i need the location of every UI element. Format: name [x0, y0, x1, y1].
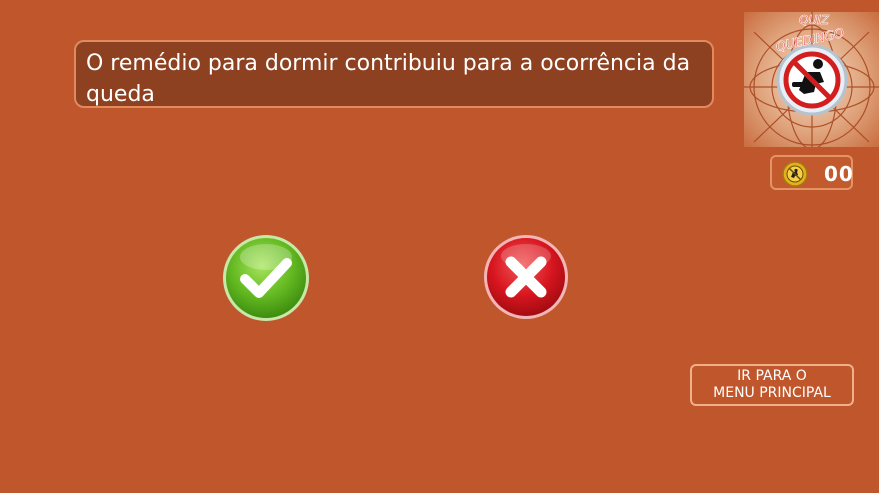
main-menu-button-line1: IR PARA O — [737, 368, 807, 384]
true-answer-button[interactable] — [221, 233, 311, 327]
cross-icon — [484, 235, 568, 319]
question-text: O remédio para dormir contribuiu para a … — [86, 51, 691, 107]
check-icon — [223, 235, 309, 321]
false-answer-button[interactable] — [482, 233, 570, 325]
main-menu-button-line2: MENU PRINCIPAL — [713, 385, 831, 401]
quiz-logo: QUIZ QUEDINGO — [744, 12, 879, 147]
logo-title-line1: QUIZ — [799, 13, 830, 27]
main-menu-button[interactable]: IR PARA O MENU PRINCIPAL — [690, 364, 854, 406]
question-box: O remédio para dormir contribuiu para a … — [74, 40, 714, 108]
no-fall-coin-icon — [782, 161, 808, 191]
logo-graphic: QUIZ QUEDINGO — [744, 12, 879, 147]
score-value: 00 — [824, 162, 854, 186]
score-counter: 00 — [770, 155, 853, 190]
